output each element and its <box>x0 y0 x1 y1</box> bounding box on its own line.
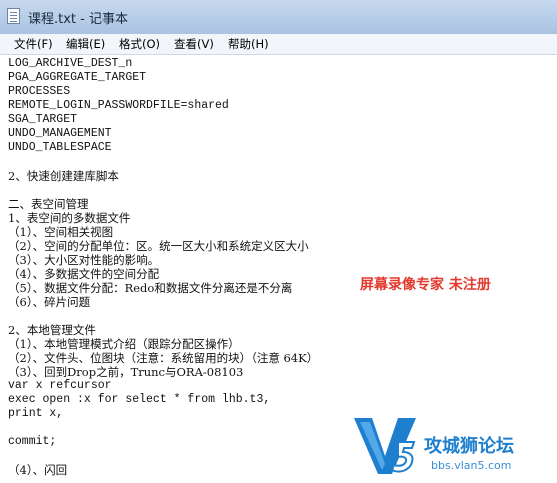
text-line: （1）、空间相关视图 <box>8 225 114 239</box>
text-line: （3）、回到Drop之前，Trunc与ORA-08103 <box>8 365 244 379</box>
text-line: PROCESSES <box>8 85 71 98</box>
text-editor[interactable]: LOG_ARCHIVE_DEST_n PGA_AGGREGATE_TARGET … <box>0 55 557 483</box>
logo-url: bbs.vlan5.com <box>431 459 512 472</box>
text-line: exec open :x for select * from lhb.t3, <box>8 393 271 406</box>
menu-bar: 文件(F) 编辑(E) 格式(O) 查看(V) 帮助(H) <box>0 34 557 55</box>
text-line: var x refcursor <box>8 379 112 392</box>
title-bar[interactable]: 课程.txt - 记事本 <box>0 0 557 35</box>
recorder-watermark: 屏幕录像专家 未注册 <box>360 277 491 293</box>
text-line: LOG_ARCHIVE_DEST_n <box>8 57 133 70</box>
v5-logo-icon <box>354 418 416 474</box>
text-line: print x, <box>8 407 64 420</box>
text-line: （6）、碎片问题 <box>8 295 91 309</box>
logo-text: 攻城狮论坛 <box>424 436 514 457</box>
menu-edit[interactable]: 编辑(E) <box>66 36 105 52</box>
text-line: （2）、空间的分配单位：区。统一区大小和系统定义区大小 <box>8 239 309 253</box>
menu-format[interactable]: 格式(O) <box>119 36 160 52</box>
text-line: UNDO_MANAGEMENT <box>8 127 112 140</box>
text-line: 1、表空间的多数据文件 <box>8 211 131 225</box>
text-line: commit; <box>8 435 57 448</box>
notepad-window: 课程.txt - 记事本 文件(F) 编辑(E) 格式(O) 查看(V) 帮助(… <box>0 0 557 483</box>
text-line: （5）、数据文件分配：Redo和数据文件分离还是不分离 <box>8 281 293 295</box>
text-line: 2、快速创建建库脚本 <box>8 169 119 183</box>
notepad-icon <box>7 8 20 24</box>
text-line: （1）、本地管理模式介绍（跟踪分配区操作） <box>8 337 240 351</box>
text-line: PGA_AGGREGATE_TARGET <box>8 71 147 84</box>
text-line: （2）、文件头、位图块（注意：系统留用的块）（注意 64K） <box>8 351 319 365</box>
text-line: 二、表空间管理 <box>8 197 89 211</box>
menu-file[interactable]: 文件(F) <box>14 36 53 52</box>
text-line: （4）、多数据文件的空间分配 <box>8 267 160 281</box>
text-line: UNDO_TABLESPACE <box>8 141 112 154</box>
text-line: REMOTE_LOGIN_PASSWORDFILE=shared <box>8 99 229 112</box>
text-line: （4）、闪回 <box>8 463 68 477</box>
menu-view[interactable]: 查看(V) <box>174 36 214 52</box>
text-line: SGA_TARGET <box>8 113 78 126</box>
window-title: 课程.txt - 记事本 <box>28 12 128 27</box>
text-line: 2、本地管理文件 <box>8 323 96 337</box>
text-line: （3）、大小区对性能的影响。 <box>8 253 160 267</box>
menu-help[interactable]: 帮助(H) <box>228 36 269 52</box>
